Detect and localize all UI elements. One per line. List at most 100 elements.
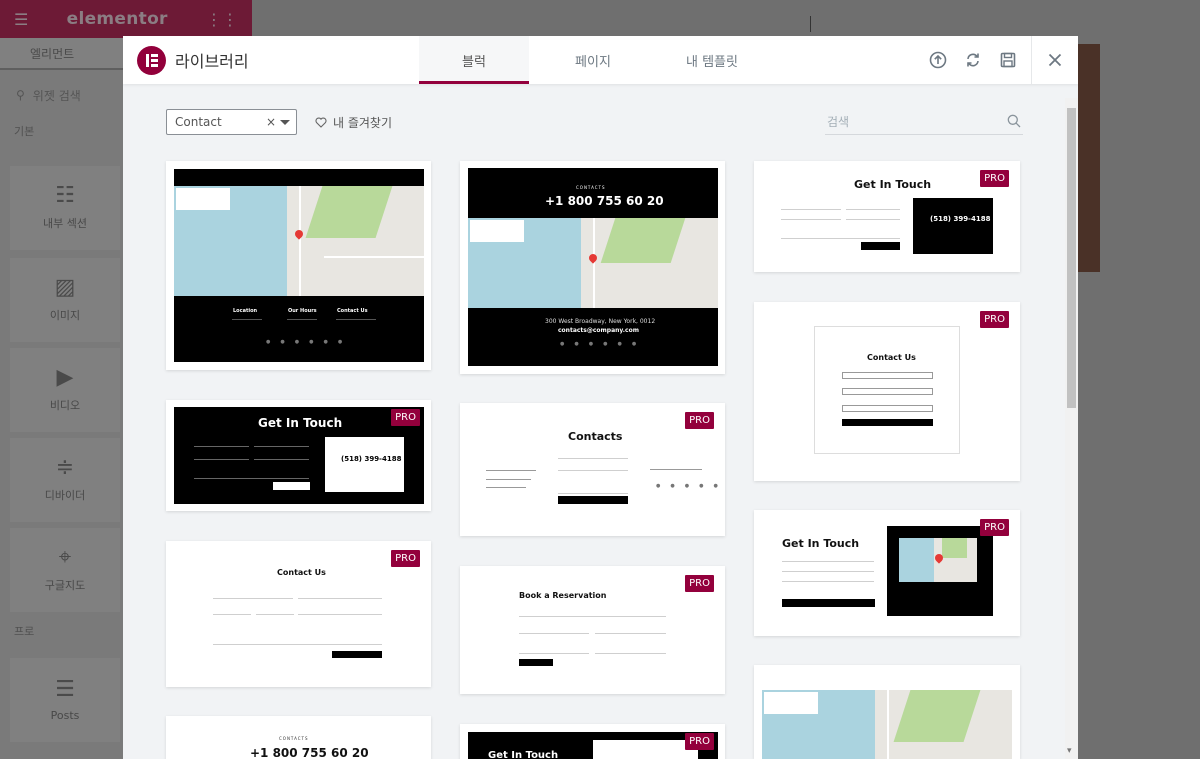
widget-label: 이미지 [49,309,81,322]
chevron-down-icon[interactable] [280,120,290,125]
card-title: Get In Touch [854,178,932,191]
template-card-get-in-touch-2[interactable]: Get In Touch PRO (518) 399-4188 [754,161,1020,272]
template-card-get-in-touch-1[interactable]: Get In Touch PRO (518) 399-4188 [166,400,431,511]
save-button[interactable] [990,36,1025,84]
card-title: Get In Touch [782,537,860,550]
search-icon [1007,114,1021,128]
tab-pages[interactable]: 페이지 [538,36,648,84]
modal-title: 라이브러리 [175,52,249,71]
card-phone: (518) 399-4188 [341,455,402,463]
library-modal: 라이브러리 블럭 페이지 내 템플릿 Contact × 내 즐겨찾기 검색 L… [123,36,1078,759]
pro-badge: PRO [980,519,1009,536]
favorites-filter[interactable]: 내 즐겨찾기 [315,114,392,131]
close-icon [1048,53,1062,67]
card-title: Contacts [568,430,623,443]
map-thumbnail [762,690,1012,759]
columns-icon: ☷ [55,183,75,208]
widget-search-placeholder: 위젯 검색 [32,88,81,103]
save-icon [1000,52,1015,68]
image-icon: ▨ [54,275,76,300]
favorites-label: 내 즐겨찾기 [333,116,393,130]
youtube-icon: ▶ [56,365,74,390]
template-card-get-in-touch-3[interactable]: Get In Touch PRO [754,510,1020,636]
widget-label: 내부 섹션 [43,217,87,230]
panel-tab-label: 엘리먼트 [30,46,75,61]
scrollbar-thumb[interactable] [1067,108,1076,408]
heart-icon [315,117,327,128]
widget-google-maps[interactable]: ⌖ 구글지도 [10,528,120,612]
widget-label: 디바이더 [44,489,86,502]
modal-tools [920,36,1078,84]
card-title: Get In Touch [488,750,559,759]
scroll-down-icon[interactable]: ▾ [1067,746,1072,756]
pro-badge: PRO [980,170,1009,187]
card-phone: +1 800 755 60 20 [250,746,369,759]
pro-badge: PRO [391,409,420,426]
tab-my-templates[interactable]: 내 템플릿 [657,36,767,84]
grid-icon[interactable]: ⋮⋮ [206,10,238,29]
divider-icon: ≑ [55,455,75,480]
modal-header: 라이브러리 블럭 페이지 내 템플릿 [123,36,1078,84]
library-search-input[interactable]: 검색 [825,109,1023,135]
canvas-divider [810,16,811,32]
widget-label: 구글지도 [44,579,86,592]
clear-filter-icon[interactable]: × [266,115,276,129]
posts-icon: ☰ [55,676,75,702]
modal-scrollbar[interactable]: ▾ [1065,98,1078,759]
widget-label: Posts [50,708,80,722]
card-address: 300 West Broadway, New York, 0012 [545,318,656,325]
footer-col-contact: Contact Us [337,308,368,314]
card-eyebrow: CONTACTS [279,736,309,741]
widget-label: 비디오 [49,399,81,412]
widget-posts[interactable]: ☰ Posts [10,658,120,742]
close-button[interactable] [1032,36,1078,84]
search-placeholder: 검색 [827,115,850,129]
widget-video[interactable]: ▶ 비디오 [10,348,120,432]
card-phone: (518) 399-4188 [930,215,991,223]
card-email: contacts@company.com [558,327,639,334]
map-icon: ⌖ [58,545,72,570]
template-card-contact-us-boxed[interactable]: PRO Contact Us [754,302,1020,481]
template-card-book-reservation[interactable]: Book a Reservation PRO [460,566,725,694]
modal-brand: 라이브러리 [123,45,249,75]
map-thumbnail [468,218,718,308]
card-title: Contact Us [867,353,916,362]
map-thumbnail [899,538,977,582]
upload-icon [929,51,946,69]
category-pro: 프로 [14,625,35,638]
search-icon: ⚲ [16,88,25,102]
pro-badge: PRO [685,412,714,429]
card-title: Get In Touch [258,416,343,430]
card-eyebrow: CONTACTS [576,185,606,190]
template-card-contacts-form[interactable]: Contacts PRO ● ● ● ● ● [460,403,725,536]
template-card-contacts-map[interactable]: CONTACTS +1 800 755 60 20 300 West Broad… [460,161,725,374]
template-card-contacts-phone-2[interactable]: CONTACTS +1 800 755 60 20 [166,716,431,759]
library-tabs: 블럭 페이지 내 템플릿 [419,36,767,84]
card-title: Contact Us [277,568,326,577]
footer-col-location: Location [233,308,258,314]
widget-image[interactable]: ▨ 이미지 [10,258,120,342]
widget-divider[interactable]: ≑ 디바이더 [10,438,120,522]
import-button[interactable] [920,36,955,84]
template-card-map-footer[interactable]: Location Our Hours Contact Us ● ● ● ● ● ● [166,161,431,370]
sync-icon [966,53,979,67]
pro-badge: PRO [391,550,420,567]
map-thumbnail [174,186,424,296]
template-card-get-in-touch-map[interactable]: Get In Touch PRO [460,724,725,759]
category-filter-select[interactable]: Contact × [166,109,297,135]
sync-button[interactable] [955,36,990,84]
template-card-map-4[interactable] [754,665,1020,759]
pro-badge: PRO [980,311,1009,328]
tab-blocks[interactable]: 블럭 [419,36,529,84]
library-toolbar: Contact × 내 즐겨찾기 검색 [166,109,1023,135]
elementor-logo: elementor [66,9,168,29]
footer-col-hours: Our Hours [288,308,317,314]
elementor-logo-icon [137,45,166,75]
filter-value: Contact [175,115,222,129]
widget-inner-section[interactable]: ☷ 내부 섹션 [10,166,120,250]
menu-icon[interactable]: ☰ [14,10,28,29]
pro-badge: PRO [685,733,714,750]
template-card-contact-us-form[interactable]: Contact Us PRO [166,541,431,687]
panel-header: ☰ elementor ⋮⋮ [0,0,252,38]
card-phone: +1 800 755 60 20 [545,194,664,208]
